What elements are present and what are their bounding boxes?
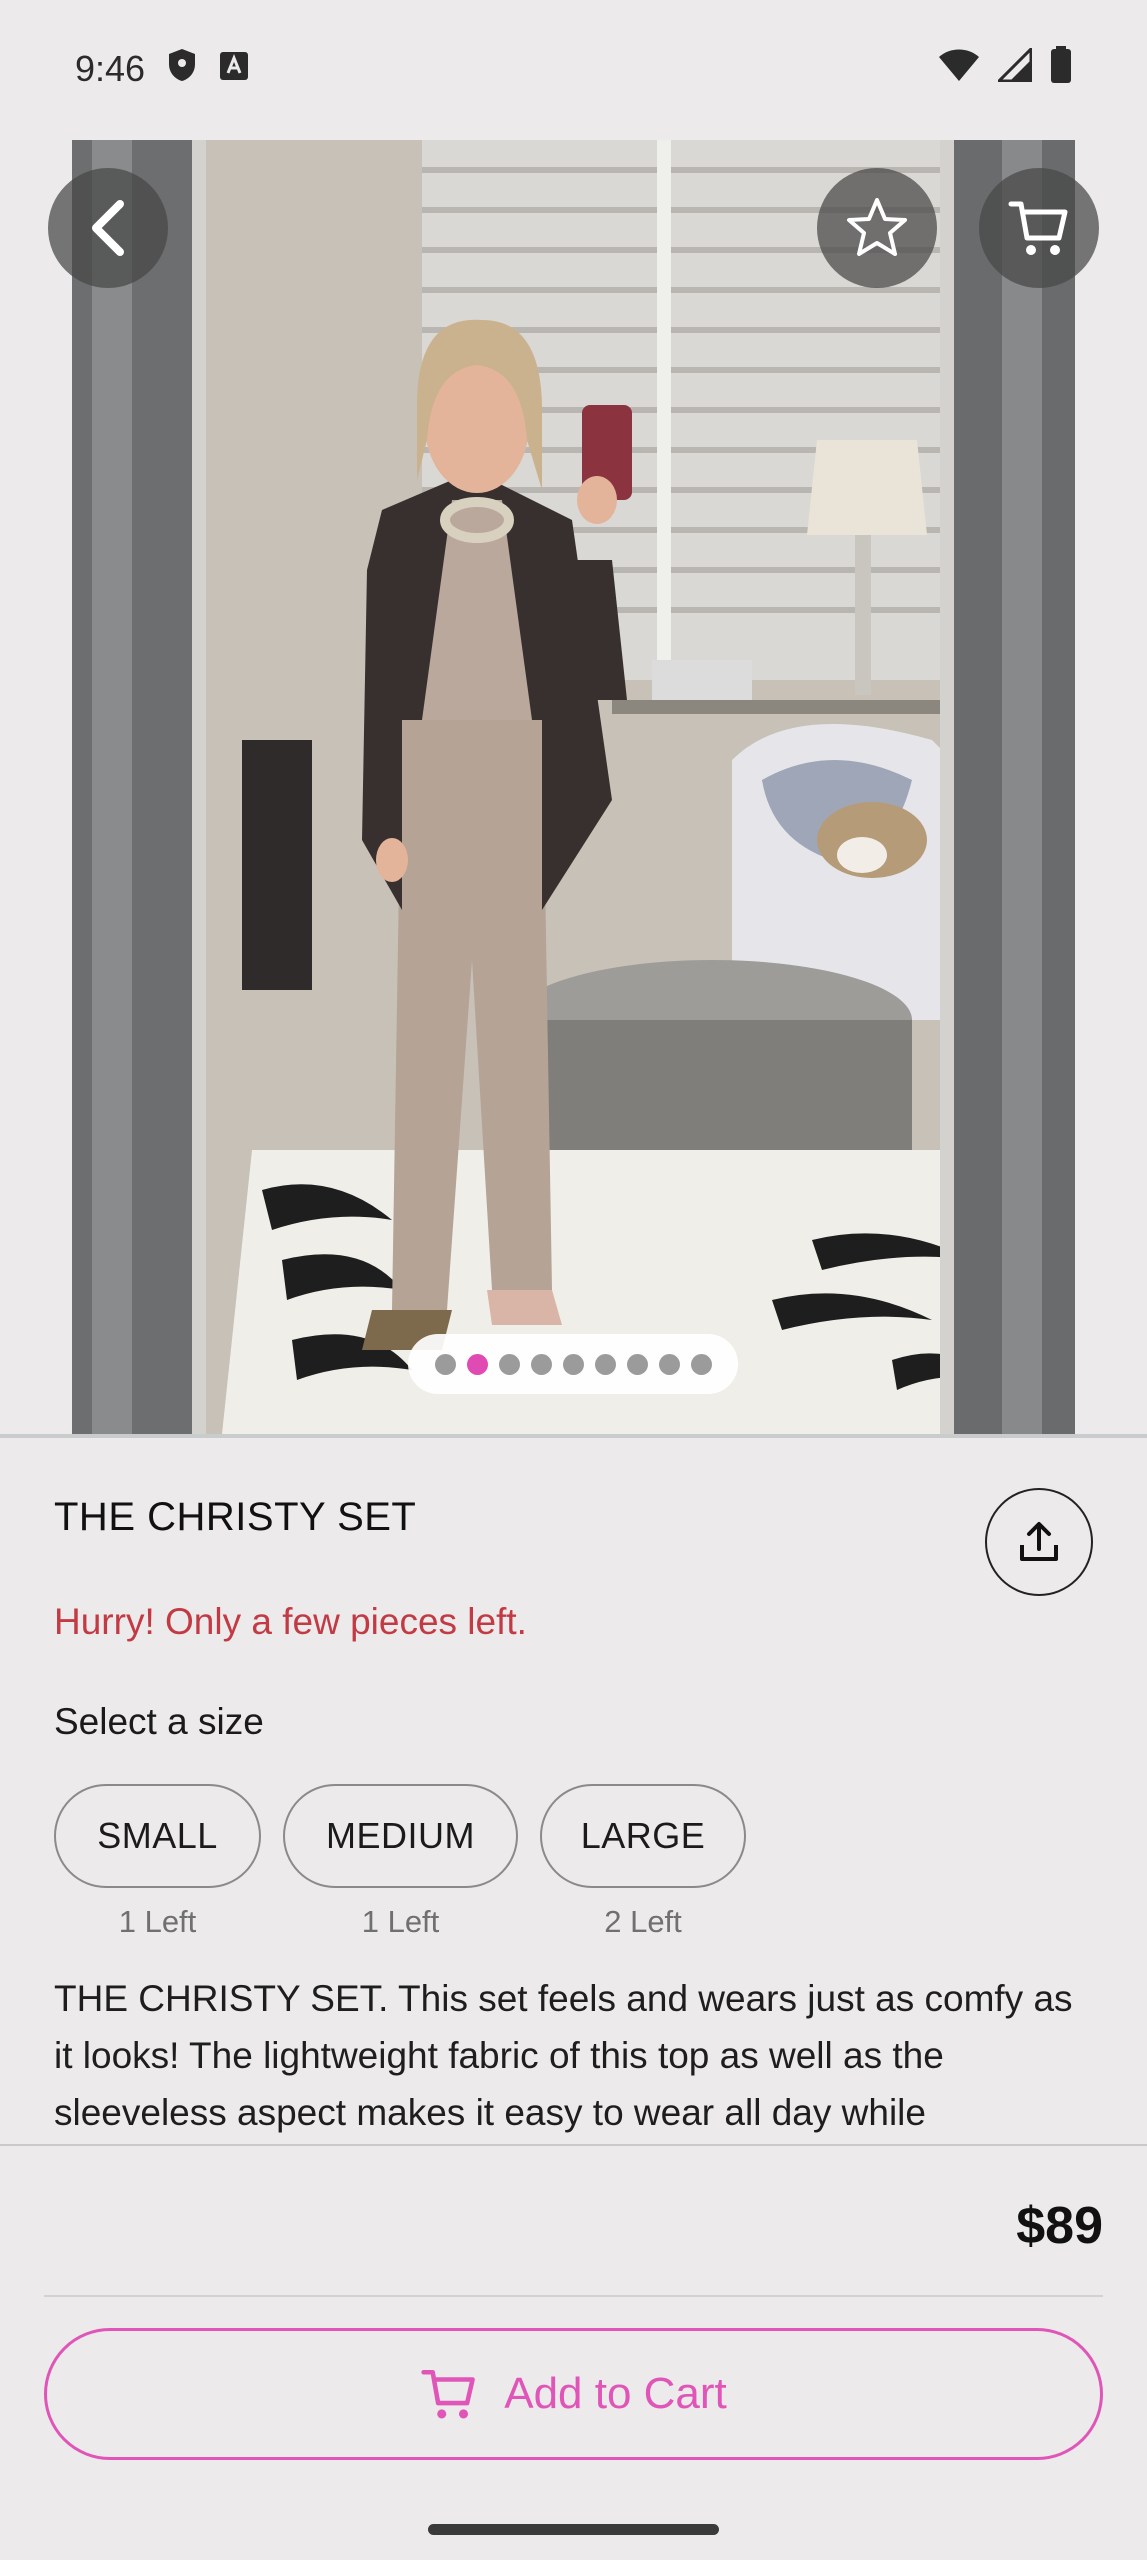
favorite-button[interactable]: [817, 168, 937, 288]
add-to-cart-button[interactable]: Add to Cart: [44, 2328, 1103, 2460]
carousel-dot[interactable]: [562, 1353, 584, 1375]
share-icon: [1020, 1522, 1058, 1561]
carousel-dot[interactable]: [690, 1353, 712, 1375]
size-option-large[interactable]: LARGE: [540, 1784, 746, 1888]
carousel-dot[interactable]: [434, 1353, 456, 1375]
star-icon: [847, 198, 907, 256]
size-stock-small: 1 Left: [118, 1904, 197, 1939]
signal-icon: [995, 44, 1033, 91]
cart-icon: [1008, 201, 1068, 255]
size-stock-medium: 1 Left: [361, 1904, 440, 1939]
stock-warning: Hurry! Only a few pieces left.: [54, 1601, 527, 1642]
battery-icon: [1050, 45, 1072, 93]
wifi-icon: [938, 48, 980, 91]
product-price: $89: [1016, 2197, 1103, 2255]
keyboard-icon: [219, 48, 249, 90]
cart-icon: [421, 2369, 476, 2419]
product-photo: [72, 140, 1075, 1434]
size-label: Select a size: [54, 1701, 264, 1742]
cart-button[interactable]: [979, 168, 1099, 288]
product-title: THE CHRISTY SET: [54, 1495, 417, 1539]
shield-icon: [167, 48, 197, 91]
carousel-dot[interactable]: [498, 1353, 520, 1375]
back-button[interactable]: [48, 168, 168, 288]
add-to-cart-label: Add to Cart: [504, 2369, 727, 2418]
carousel-dot-active[interactable]: [466, 1353, 488, 1375]
divider: [0, 1434, 1147, 1438]
product-description: THE CHRISTY SET. This set feels and wear…: [54, 1978, 1073, 2133]
carousel-dot[interactable]: [594, 1353, 616, 1375]
status-bar: 9:46: [0, 0, 1147, 138]
status-time: 9:46: [75, 48, 146, 89]
divider: [0, 2144, 1147, 2146]
carousel-dot[interactable]: [658, 1353, 680, 1375]
share-button[interactable]: [985, 1488, 1093, 1596]
carousel-dot[interactable]: [530, 1353, 552, 1375]
product-image-carousel[interactable]: [0, 138, 1147, 1438]
back-icon: [92, 200, 124, 256]
size-option-small[interactable]: SMALL: [54, 1784, 261, 1888]
carousel-indicator: [408, 1334, 738, 1394]
divider: [44, 2295, 1103, 2297]
size-stock-large: 2 Left: [604, 1904, 682, 1939]
size-option-medium[interactable]: MEDIUM: [283, 1784, 518, 1888]
home-indicator[interactable]: [428, 2524, 719, 2535]
carousel-dot[interactable]: [626, 1353, 648, 1375]
